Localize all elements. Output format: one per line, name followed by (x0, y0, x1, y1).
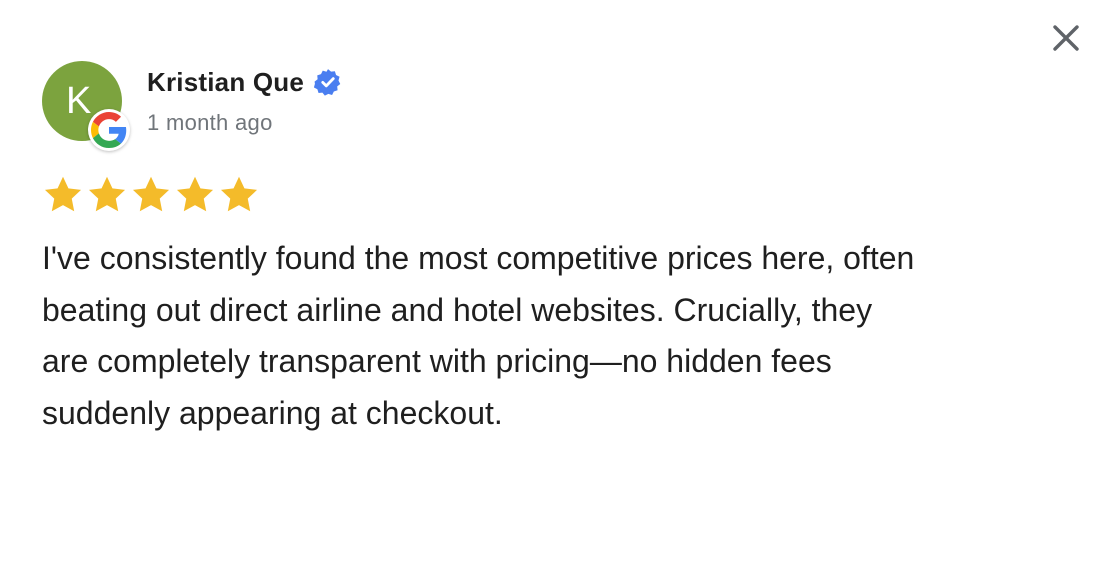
star-rating (42, 174, 260, 216)
close-button[interactable] (1046, 18, 1086, 58)
reviewer-name[interactable]: Kristian Que (147, 67, 304, 98)
review-card: K Kristian Que 1 month ago I've consiste… (0, 0, 1110, 578)
star-icon (44, 176, 82, 212)
verified-badge-icon (314, 68, 342, 96)
star-icon (132, 176, 170, 212)
google-g-icon (88, 109, 130, 151)
close-icon (1053, 25, 1079, 51)
star-icon (88, 176, 126, 212)
review-text: I've consistently found the most competi… (42, 240, 915, 431)
review-timestamp: 1 month ago (147, 110, 273, 135)
reviewer-name-row: Kristian Que (147, 64, 342, 100)
star-icon (220, 176, 258, 212)
reviewer-avatar-group: K (42, 61, 132, 151)
star-icon (176, 176, 214, 212)
